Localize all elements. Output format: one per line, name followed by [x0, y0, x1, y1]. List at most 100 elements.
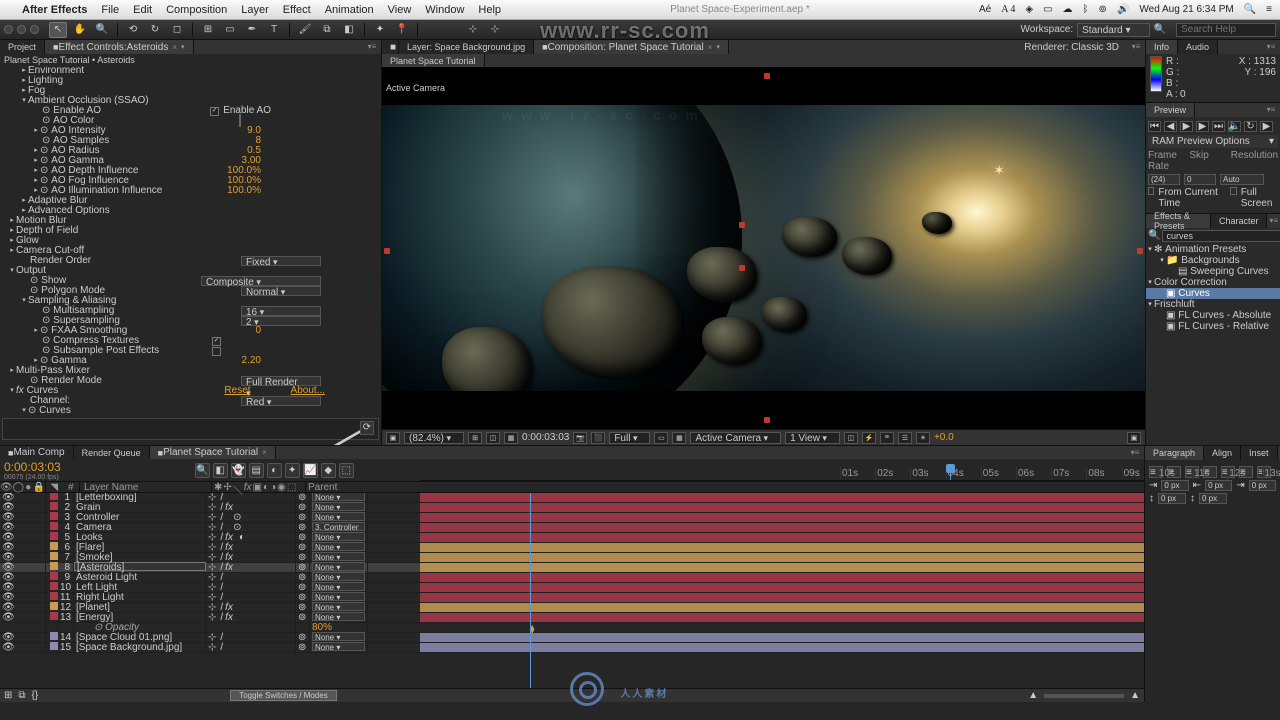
menu-effect[interactable]: Effect — [283, 4, 311, 16]
ao-color-swatch[interactable] — [239, 114, 241, 127]
comp-title-tab[interactable]: Planet Space Tutorial — [382, 54, 485, 67]
local-axis-tool[interactable]: ⊹ — [464, 22, 482, 38]
motion-blur-icon[interactable]: ◐ — [267, 463, 282, 478]
subsample-checkbox[interactable] — [212, 347, 221, 356]
curves-about[interactable]: About... — [291, 386, 325, 396]
tab-audio[interactable]: Audio — [1178, 40, 1218, 54]
from-current-checkbox[interactable] — [1148, 187, 1154, 195]
tab-preview[interactable]: Preview — [1146, 103, 1195, 117]
presets-search-input[interactable] — [1162, 230, 1280, 242]
toggle-expand-icon[interactable]: ⊞ — [4, 690, 12, 701]
roto-tool[interactable]: ✦ — [371, 22, 389, 38]
menu-layer[interactable]: Layer — [241, 4, 269, 16]
pixel-aspect-icon[interactable]: ◫ — [844, 432, 858, 444]
display-icon[interactable]: ▭ — [1043, 4, 1052, 15]
parent-select[interactable]: None ▾ — [312, 642, 365, 651]
parent-select[interactable]: None ▾ — [312, 612, 365, 621]
multisampling-select[interactable]: 16 ▾ — [241, 306, 321, 316]
dropbox-icon[interactable]: ◈ — [1025, 4, 1033, 15]
time-ruler[interactable]: 01s02s03s04s05s06s07s08s09s10s11s12s13s1… — [420, 467, 1144, 481]
layer-handle[interactable] — [764, 73, 770, 79]
timeline-layers[interactable]: 👁 1 [Letterboxing] ⊹/ ⊚ None ▾ 👁 2 Grain… — [0, 493, 1144, 688]
rect-tool[interactable]: ▭ — [221, 22, 239, 38]
menu-animation[interactable]: Animation — [325, 4, 374, 16]
world-axis-tool[interactable]: ⊹ — [486, 22, 504, 38]
search-layers-icon[interactable]: 🔍 — [195, 463, 210, 478]
tab-render-queue[interactable]: Render Queue — [74, 446, 150, 459]
render-order-select[interactable]: Fixed ▾ — [241, 256, 321, 266]
menubar-clock[interactable]: Wed Aug 21 6:34 PM — [1139, 4, 1233, 15]
brush-tool[interactable]: 🖌 — [296, 22, 314, 38]
enable-ao-checkbox[interactable]: ✓ — [210, 107, 219, 116]
snapshot2-icon[interactable]: 📷 — [573, 432, 587, 444]
indent-right-field[interactable]: 0 px — [1249, 480, 1276, 491]
layer-handle[interactable] — [739, 265, 745, 271]
workspace-select[interactable]: Standard ▾ — [1077, 23, 1149, 37]
timeline-row[interactable]: 👁 15 [Space Background.jpg] ⊹/ ⊚ None ▾ — [0, 643, 1144, 653]
menu-view[interactable]: View — [388, 4, 412, 16]
camera-select[interactable]: Active Camera ▾ — [690, 432, 781, 444]
preset-curves[interactable]: ▣ Curves — [1146, 288, 1280, 299]
layer-handle[interactable] — [1137, 248, 1143, 254]
tab-layer-viewer[interactable]: Layer: Space Background.jpg — [399, 40, 534, 54]
parent-select[interactable]: None ▾ — [312, 512, 365, 521]
ao-illum-value[interactable]: 100.0% — [227, 186, 381, 196]
roi-icon[interactable]: ▭ — [654, 432, 668, 444]
loop-icon[interactable]: ↻ — [1244, 121, 1257, 132]
zoom-select[interactable]: (82.4%) ▾ — [404, 432, 464, 444]
transparency-icon[interactable]: ▦ — [672, 432, 686, 444]
tab-paragraph[interactable]: Paragraph — [1145, 446, 1204, 460]
eye-col-icon[interactable]: 👁 — [0, 482, 13, 492]
renderer-value[interactable]: Classic 3D — [1071, 42, 1119, 53]
cloud-icon[interactable]: ☁ — [1063, 4, 1073, 15]
tab-inset[interactable]: Inset — [1241, 446, 1278, 460]
prev-frame-icon[interactable]: ◀ — [1164, 121, 1177, 132]
shy-icon[interactable]: 👻 — [231, 463, 246, 478]
orbit-tool[interactable]: ⟲ — [124, 22, 142, 38]
comp-mini-icon[interactable]: ■ — [390, 42, 396, 53]
window-zoom-icon[interactable] — [30, 25, 39, 34]
presets-tree[interactable]: ▾✻ Animation Presets ▾📁 Backgrounds ▤ Sw… — [1146, 244, 1280, 445]
parent-select[interactable]: None ▾ — [312, 502, 365, 511]
show-select[interactable]: Composite ▾ — [201, 276, 321, 286]
tab-character[interactable]: Character — [1211, 214, 1268, 228]
parent-select[interactable]: None ▾ — [312, 542, 365, 551]
close-icon[interactable]: × — [172, 43, 177, 52]
eye-icon[interactable]: 👁 — [2, 642, 12, 653]
mask-icon[interactable]: ▦ — [504, 432, 518, 444]
window-min-icon[interactable] — [17, 25, 26, 34]
toggle-switches-icon[interactable]: ⧉ — [18, 690, 25, 701]
tab-info[interactable]: Info — [1146, 40, 1178, 54]
parent-select[interactable]: None ▾ — [312, 493, 365, 501]
menu-file[interactable]: File — [101, 4, 119, 16]
indent-left-field[interactable]: 0 px — [1161, 480, 1188, 491]
compress-checkbox[interactable]: ✓ — [212, 337, 221, 346]
parent-select[interactable]: None ▾ — [312, 582, 365, 591]
first-frame-icon[interactable]: ⏮ — [1148, 121, 1161, 132]
adobe-indicator-icon[interactable]: Aé — [979, 4, 991, 15]
col-parent[interactable]: Parent — [306, 482, 364, 492]
ao-gamma-value[interactable]: 3.00 — [242, 156, 381, 166]
snapshot-icon[interactable]: ▣ — [386, 432, 400, 444]
auto-keyframe-icon[interactable]: ◆ — [321, 463, 336, 478]
exposure-reset-icon[interactable]: ☀ — [916, 432, 930, 444]
draft3d-icon[interactable]: ⬚ — [339, 463, 354, 478]
curves-graph[interactable]: ⟳ — [2, 418, 379, 440]
timeline-icon[interactable]: ≡ — [880, 432, 894, 444]
menu-composition[interactable]: Composition — [166, 4, 227, 16]
clone-tool[interactable]: ⧉ — [318, 22, 336, 38]
bluetooth-icon[interactable]: ᛒ — [1083, 4, 1089, 15]
layer-handle[interactable] — [739, 222, 745, 228]
window-close-icon[interactable] — [4, 25, 13, 34]
rotate-tool[interactable]: ↻ — [146, 22, 164, 38]
hand-tool[interactable]: ✋ — [71, 22, 89, 38]
tab-project[interactable]: Project — [0, 40, 45, 54]
app-name[interactable]: After Effects — [22, 4, 87, 16]
parent-select[interactable]: None ▾ — [312, 632, 365, 641]
volume-icon[interactable]: 🔊 — [1117, 4, 1129, 15]
ram-preview-icon[interactable]: ▶ — [1260, 121, 1273, 132]
next-frame-icon[interactable]: ▶ — [1196, 121, 1209, 132]
menu-edit[interactable]: Edit — [133, 4, 152, 16]
effect-controls-tree[interactable]: ▸Environment ▸Lighting ▸Fog ▾Ambient Occ… — [0, 66, 381, 445]
ao-samples-value[interactable]: 8 — [255, 136, 381, 146]
